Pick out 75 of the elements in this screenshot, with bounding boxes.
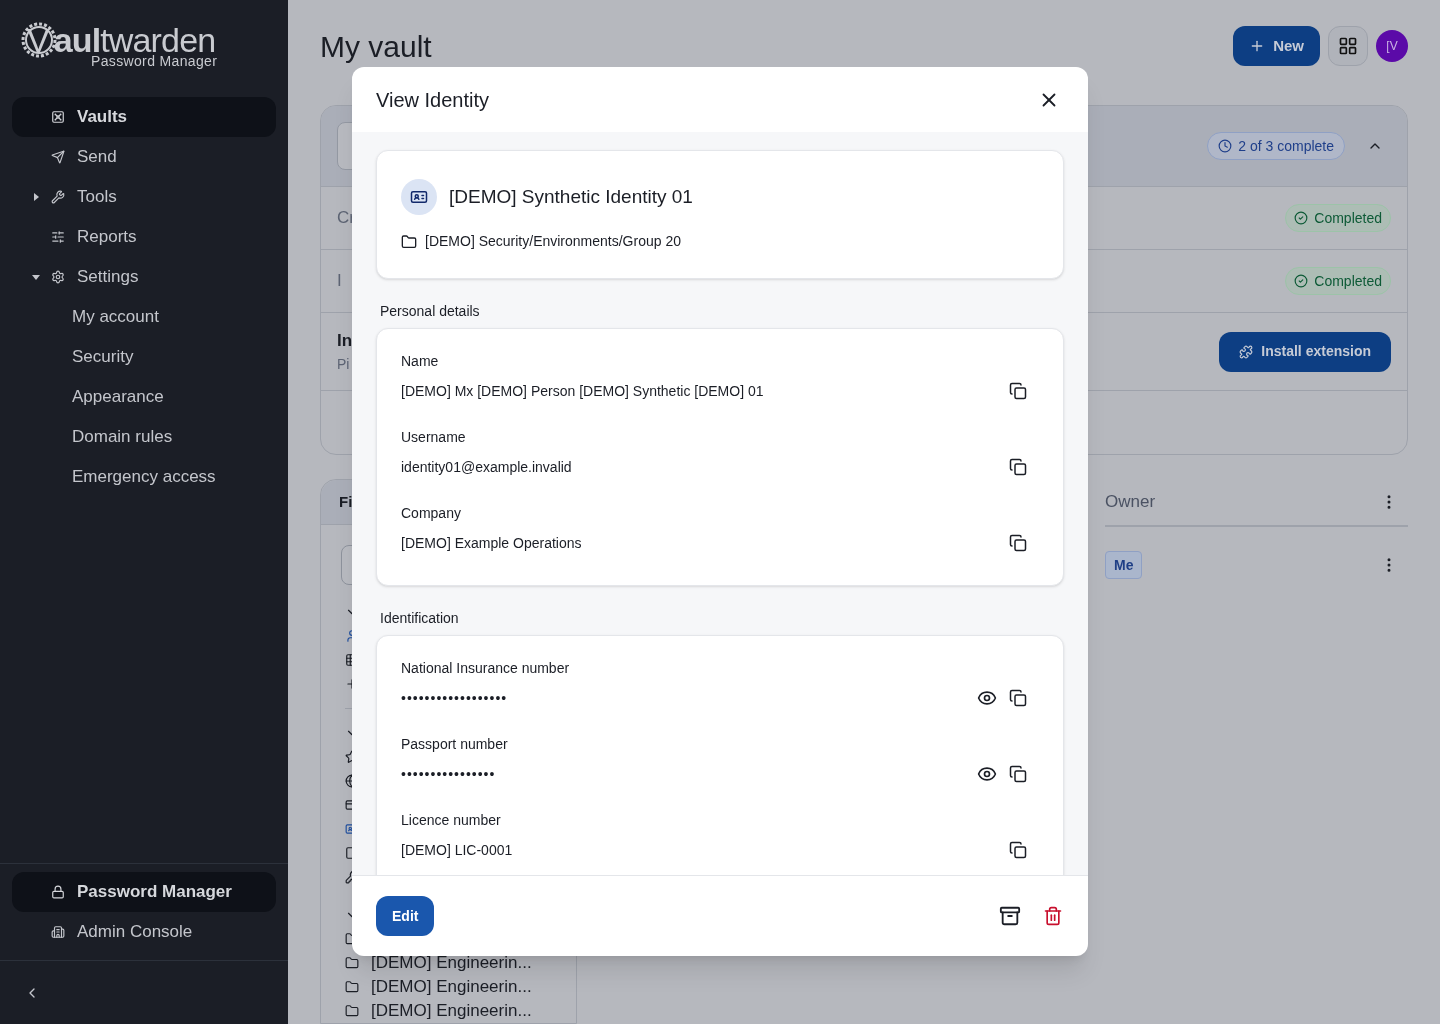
archive-icon[interactable] [999,905,1021,927]
settings-icon [51,270,65,284]
send-icon [51,150,65,164]
progress-badge: 2 of 3 complete [1207,132,1345,160]
building-icon [51,925,65,939]
wrench-icon [51,190,65,204]
copy-icon[interactable] [1009,382,1027,400]
lock-icon [51,885,65,899]
field-value: [DEMO] Example Operations [401,533,582,553]
item-name: [DEMO] Synthetic Identity 01 [449,184,693,209]
delete-icon[interactable] [1043,906,1063,926]
completed-badge: Completed [1285,204,1391,232]
section-heading: Identification [379,609,460,628]
field-value: [DEMO] Mx [DEMO] Person [DEMO] Synthetic [DEMO] 01 [401,381,764,401]
folder-item[interactable]: [DEMO] Engineerin... [371,998,532,1024]
folder-path: [DEMO] Security/Environments/Group 20 [425,232,681,251]
column-header[interactable]: Owner [1105,489,1156,515]
apps-button[interactable] [1328,26,1368,66]
page-title: My vault [320,28,432,65]
copy-icon[interactable] [1009,534,1027,552]
new-button[interactable]: New [1233,26,1320,66]
nav-item[interactable]: Vaults [12,97,276,137]
owner-badge: Me [1105,551,1143,579]
task-title: In [337,330,353,353]
folder-icon [345,1004,359,1018]
product-switcher-item[interactable]: Admin Console [12,912,276,952]
nav-subitem[interactable]: My account [12,297,276,337]
nav-item[interactable]: Tools [12,177,276,217]
folder-icon [345,956,359,970]
copy-icon[interactable] [1009,689,1027,707]
nav-subitem[interactable]: Security [12,337,276,377]
task-title: Cr [337,207,355,230]
field-label: Passport number [401,735,509,754]
check-circle-icon [1294,211,1309,225]
task-description: Pi [337,354,351,374]
avatar[interactable]: [V [1376,30,1408,62]
caret-right-icon[interactable] [31,193,40,201]
panel-title: Fi [339,491,353,512]
folder-icon [401,233,417,250]
sliders-icon [51,230,65,244]
puzzle-icon [1239,344,1254,359]
show-icon[interactable] [977,764,997,784]
clock-icon [1218,139,1233,153]
field-label: National Insurance number [401,659,571,678]
nav-subitem[interactable]: Appearance [12,377,276,417]
field-label: Username [401,428,467,447]
field-value: •••••••••••••••• [401,764,496,784]
dialog-title: View Identity [376,87,490,113]
nav-subitem[interactable]: Domain rules [12,417,276,457]
field-label: Name [401,352,440,371]
install-extension-button[interactable]: Install extension [1219,331,1391,372]
check-circle-icon [1294,274,1309,288]
field-label: Licence number [401,811,502,830]
field-value: [DEMO] LIC-0001 [401,840,513,860]
nav-subitem[interactable]: Emergency access [12,457,276,497]
edit-button[interactable]: Edit [376,896,435,936]
product-switcher-item[interactable]: Password Manager [12,872,276,912]
section-heading: Personal details [379,302,481,321]
folder-item[interactable]: [DEMO] Engineerin... [371,974,532,1000]
copy-icon[interactable] [1009,841,1027,859]
field-label: Company [401,504,462,523]
nav-item[interactable]: Reports [12,217,276,257]
id-card-icon [410,188,428,206]
copy-icon[interactable] [1009,458,1027,476]
folder-icon [345,980,359,994]
show-icon[interactable] [977,688,997,708]
nav-item[interactable]: Settings [12,257,276,297]
field-value: identity01@example.invalid [401,457,572,477]
copy-icon[interactable] [1009,765,1027,783]
completed-badge: Completed [1285,267,1391,295]
nav-item[interactable]: Send [12,137,276,177]
task-title: I [337,270,342,293]
grid-icon [1338,36,1358,56]
caret-down-icon[interactable] [31,273,40,281]
field-value: •••••••••••••••••• [401,688,508,708]
